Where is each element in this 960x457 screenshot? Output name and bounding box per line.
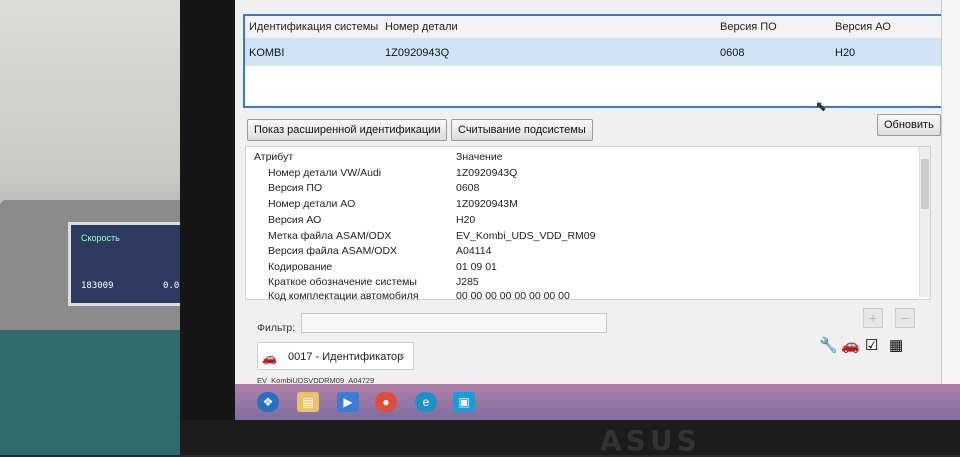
monitor-bezel-bottom: ASUS <box>180 420 960 457</box>
table-row[interactable]: Номер детали АО 1Z0920943M <box>246 198 916 211</box>
cluster-trip: 0.0 <box>163 281 180 291</box>
col-hw-version[interactable]: Версия АО <box>835 21 891 33</box>
chrome-icon[interactable]: ● <box>375 392 397 412</box>
system-identification-table: Идентификация системы Номер детали Верси… <box>243 14 945 114</box>
attr-value: A04114 <box>456 245 492 257</box>
taskbar: ❖ ▤ ▶ ● e ▣ <box>235 384 960 420</box>
table-row[interactable]: Метка файла ASAM/ODX EV_Kombi_UDS_VDD_RM0… <box>246 230 916 243</box>
table-header: Идентификация системы Номер детали Верси… <box>245 16 943 39</box>
col-part-number[interactable]: Номер детали <box>385 21 458 33</box>
cloth <box>0 330 210 455</box>
filter-label: Фильтр: <box>257 322 296 334</box>
attr-value: 1Z0920943Q <box>456 167 518 179</box>
attr-key: Номер детали АО <box>268 198 356 210</box>
tab-label: 0017 - Идентификатор <box>288 351 404 363</box>
attr-header: Атрибут <box>254 151 294 163</box>
table-row[interactable]: Код комплектации автомобиля 00 00 00 00 0… <box>246 290 916 303</box>
vcds-app-icon[interactable]: ▣ <box>453 392 475 412</box>
side-panel <box>941 0 960 384</box>
table-row[interactable]: Версия АО H20 <box>246 214 916 227</box>
cell-hw-version: H20 <box>835 47 856 59</box>
brand-logo: ASUS <box>600 424 701 457</box>
attr-value: 1Z0920943M <box>456 198 518 210</box>
folder-icon[interactable]: ▤ <box>297 392 319 412</box>
close-icon[interactable]: ✕ <box>398 351 406 362</box>
table-row[interactable]: Версия файла ASAM/ODX A04114 <box>246 245 916 258</box>
attr-key: Версия файла ASAM/ODX <box>268 245 398 257</box>
value-header: Значение <box>456 151 503 163</box>
scrollbar[interactable] <box>919 147 930 297</box>
cluster-odometer: 183009 <box>81 281 114 291</box>
extended-identification-button[interactable]: Показ расширенной идентификации <box>247 119 448 141</box>
attr-value: 01 09 01 <box>456 261 497 273</box>
car-icon[interactable]: 🚗 <box>841 336 860 354</box>
remove-icon[interactable]: − <box>895 308 915 328</box>
cell-system: KOMBI <box>249 47 285 59</box>
attr-key: Версия АО <box>268 214 322 226</box>
edge-icon[interactable]: e <box>415 392 437 412</box>
attr-key: Кодирование <box>268 261 333 273</box>
table-row[interactable]: Номер детали VW/Audi 1Z0920943Q <box>246 167 916 180</box>
cluster-label: Скорость <box>81 233 120 243</box>
attributes-table: Атрибут Значение Номер детали VW/Audi 1Z0… <box>245 146 931 303</box>
mouse-cursor-icon: ⬉ <box>815 98 827 114</box>
attr-key: Версия ПО <box>268 182 323 194</box>
grid-icon[interactable]: ▦ <box>889 336 903 354</box>
table-row[interactable]: KOMBI 1Z0920943Q 0608 H20 <box>245 38 943 66</box>
filter-input[interactable] <box>301 313 607 333</box>
attr-value: 0608 <box>456 182 480 194</box>
attr-key: Код комплектации автомобиля <box>268 290 419 302</box>
tools-icon[interactable]: 🔧 <box>819 336 838 354</box>
attr-key: Метка файла ASAM/ODX <box>268 230 392 242</box>
media-player-icon[interactable]: ▶ <box>337 392 359 412</box>
attr-key: Номер детали VW/Audi <box>268 167 382 179</box>
car-icon: 🚗 <box>262 351 277 365</box>
attr-value: H20 <box>456 214 476 226</box>
col-system[interactable]: Идентификация системы <box>249 21 378 33</box>
cell-sw-version: 0608 <box>720 47 745 59</box>
attr-value: 00 00 00 00 00 00 00 00 <box>456 290 570 302</box>
add-icon[interactable]: + <box>863 308 883 328</box>
cell-part-number: 1Z0920943Q <box>385 47 450 59</box>
monitor-bezel <box>180 0 235 455</box>
checklist-icon[interactable]: ☑ <box>865 336 878 354</box>
screen: Идентификация системы Номер детали Верси… <box>235 0 960 420</box>
tab-identification[interactable]: 🚗 0017 - Идентификатор ✕ <box>257 342 414 370</box>
attr-value: J285 <box>456 276 479 288</box>
start-icon[interactable]: ❖ <box>257 392 279 412</box>
attr-value: EV_Kombi_UDS_VDD_RM09 <box>456 230 596 242</box>
scrollbar-thumb[interactable] <box>921 159 929 209</box>
col-sw-version[interactable]: Версия ПО <box>720 21 777 33</box>
table-row[interactable]: Краткое обозначение системы J285 <box>246 276 916 289</box>
table-row[interactable]: Версия ПО 0608 <box>246 182 916 195</box>
cluster-display: Скорость 183009 0.0 <box>68 222 192 306</box>
table-row[interactable]: Кодирование 01 09 01 <box>246 261 916 274</box>
read-subsystem-button[interactable]: Считывание подсистемы <box>451 119 593 141</box>
attr-key: Краткое обозначение системы <box>268 276 417 288</box>
refresh-button[interactable]: Обновить <box>877 114 941 136</box>
